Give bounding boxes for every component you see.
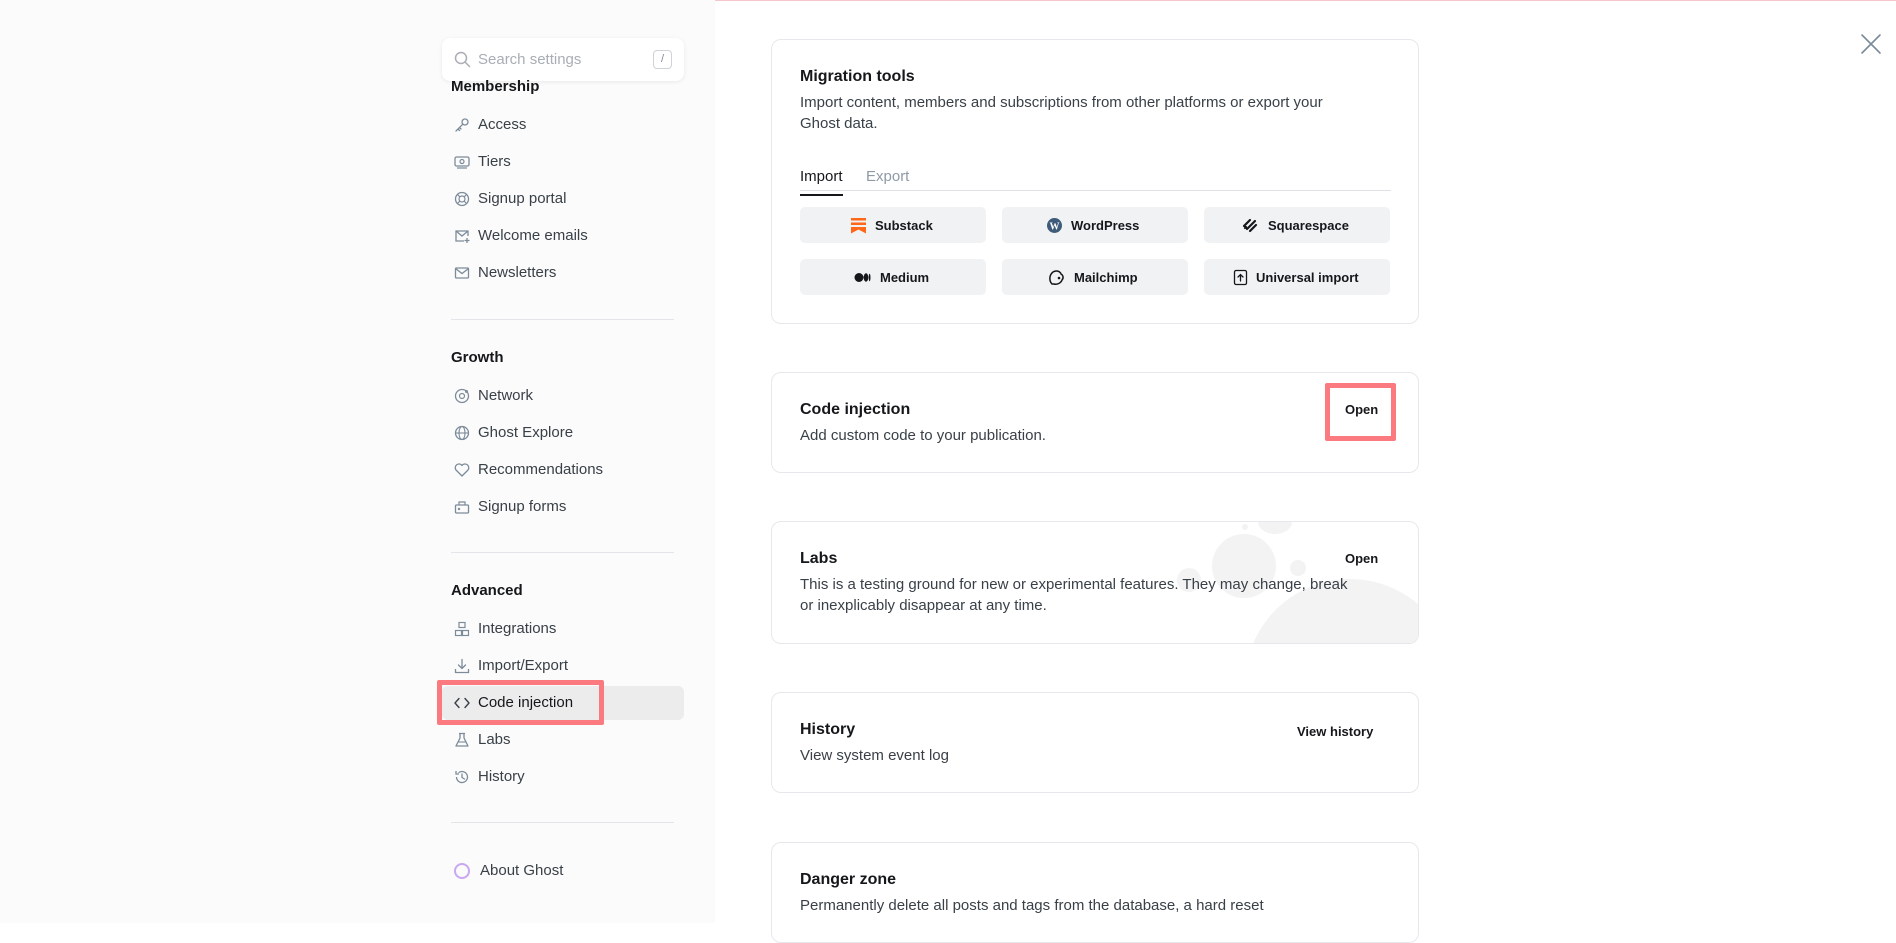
history-card: History View system event log View histo…: [771, 692, 1419, 793]
import-substack-button[interactable]: Substack: [800, 207, 986, 243]
labs-decoration: [1258, 522, 1292, 534]
sidebar-item-label: History: [478, 768, 525, 785]
sidebar-item-label: Welcome emails: [478, 227, 588, 244]
card-title: Labs: [800, 550, 838, 567]
sidebar-item-label: Network: [478, 387, 534, 404]
key-icon: [455, 118, 469, 132]
ghost-logo-icon: [454, 863, 470, 879]
substack-icon: [851, 218, 866, 234]
group-title-membership: Membership: [451, 78, 540, 95]
heart-icon: [454, 463, 470, 477]
card-description: This is a testing ground for new or expe…: [800, 576, 1348, 614]
button-label: Universal import: [1256, 270, 1359, 285]
network-icon: [454, 388, 470, 404]
sidebar-divider: [451, 319, 674, 320]
group-title-advanced: Advanced: [451, 582, 523, 599]
sidebar-divider: [451, 822, 674, 823]
squarespace-icon: [1242, 218, 1258, 233]
card-description: Permanently delete all posts and tags fr…: [800, 897, 1264, 914]
search-input[interactable]: [478, 49, 638, 69]
sidebar-item-welcome-emails[interactable]: Welcome emails: [442, 219, 684, 253]
sidebar-item-label: Integrations: [478, 620, 557, 637]
code-injection-open-button[interactable]: Open: [1345, 402, 1378, 417]
sidebar-item-ghost-explore[interactable]: Ghost Explore: [442, 416, 684, 450]
sidebar-item-signup-portal[interactable]: Signup portal: [442, 182, 684, 216]
button-label: Squarespace: [1268, 218, 1349, 233]
labs-card: Labs This is a testing ground for new or…: [771, 521, 1419, 644]
card-title: Danger zone: [800, 871, 897, 888]
sidebar-item-label: Access: [478, 116, 527, 133]
button-label: Mailchimp: [1074, 270, 1138, 285]
sidebar-item-about-ghost[interactable]: About Ghost: [442, 854, 684, 888]
sidebar-item-label: Tiers: [478, 153, 511, 170]
sidebar-item-labs[interactable]: Labs: [442, 723, 684, 757]
sidebar-item-label: Recommendations: [478, 461, 604, 478]
sidebar-item-signup-forms[interactable]: Signup forms: [442, 490, 684, 524]
sidebar-divider: [451, 552, 674, 553]
migration-tabs: Import Export: [800, 163, 1391, 196]
button-label: WordPress: [1071, 218, 1140, 233]
svg-text:W: W: [1050, 222, 1060, 233]
sidebar-item-tiers[interactable]: Tiers: [442, 145, 684, 179]
upload-icon: [1233, 269, 1248, 286]
wordpress-icon: W: [1047, 218, 1062, 233]
labs-open-button[interactable]: Open: [1345, 551, 1378, 566]
sidebar-item-recommendations[interactable]: Recommendations: [442, 453, 684, 487]
card-title: History: [800, 721, 856, 738]
import-squarespace-button[interactable]: Squarespace: [1204, 207, 1390, 243]
card-description: Add custom code to your publication.: [800, 427, 1046, 444]
history-icon: [455, 770, 469, 784]
card-description: View system event log: [800, 747, 949, 764]
mail-icon: [454, 267, 470, 279]
signup-form-icon: [454, 501, 470, 514]
import-wordpress-button[interactable]: W WordPress: [1002, 207, 1188, 243]
import-mailchimp-button[interactable]: Mailchimp: [1002, 259, 1188, 295]
sidebar-item-import-export[interactable]: Import/Export: [442, 649, 684, 683]
integrations-icon: [454, 621, 470, 637]
sidebar-item-label: Ghost Explore: [478, 424, 574, 441]
button-label: Medium: [880, 270, 930, 285]
sidebar-item-network[interactable]: Network: [442, 379, 684, 413]
close-icon[interactable]: [1859, 32, 1883, 56]
tab-import[interactable]: Import: [800, 168, 843, 196]
download-icon: [454, 658, 470, 674]
sidebar-item-label: Newsletters: [478, 264, 557, 281]
sidebar-item-label: Code injection: [478, 694, 574, 711]
button-label: Substack: [875, 218, 933, 233]
code-icon: [454, 697, 470, 709]
mail-plus-icon: [455, 230, 470, 243]
sidebar-item-label: Import/Export: [478, 657, 569, 674]
sidebar-item-newsletters[interactable]: Newsletters: [442, 256, 684, 290]
migration-tools-card: Migration tools Import content, members …: [771, 39, 1419, 324]
sidebar-item-integrations[interactable]: Integrations: [442, 612, 684, 646]
search-icon: [454, 51, 471, 68]
sidebar-item-access[interactable]: Access: [442, 108, 684, 142]
medium-icon: [854, 273, 871, 282]
search-shortcut-key: /: [653, 50, 672, 69]
sidebar-item-label: About Ghost: [480, 862, 564, 879]
tiers-icon: [454, 156, 470, 169]
search-box[interactable]: /: [442, 38, 684, 81]
danger-zone-card: Danger zone Permanently delete all posts…: [771, 842, 1419, 943]
sidebar-item-history[interactable]: History: [442, 760, 684, 794]
globe-icon: [454, 425, 470, 441]
flask-icon: [455, 732, 469, 747]
sidebar-item-label: Signup forms: [478, 498, 567, 515]
sidebar-item-label: Signup portal: [478, 190, 567, 207]
settings-sidebar: / Membership Access Tiers Signup portal …: [0, 0, 715, 923]
card-title: Code injection: [800, 401, 911, 418]
import-universal-button[interactable]: Universal import: [1204, 259, 1390, 295]
view-history-button[interactable]: View history: [1297, 724, 1373, 739]
code-injection-card: Code injection Add custom code to your p…: [771, 372, 1419, 473]
import-medium-button[interactable]: Medium: [800, 259, 986, 295]
mailchimp-icon: [1049, 270, 1064, 285]
sidebar-item-label: Labs: [478, 731, 511, 748]
card-title: Migration tools: [800, 68, 915, 85]
labs-decoration: [1242, 524, 1248, 530]
portal-icon: [454, 191, 470, 207]
card-description: Import content, members and subscription…: [800, 94, 1323, 132]
group-title-growth: Growth: [451, 349, 504, 366]
sidebar-item-code-injection[interactable]: Code injection: [442, 686, 684, 720]
tab-export[interactable]: Export: [866, 168, 909, 194]
